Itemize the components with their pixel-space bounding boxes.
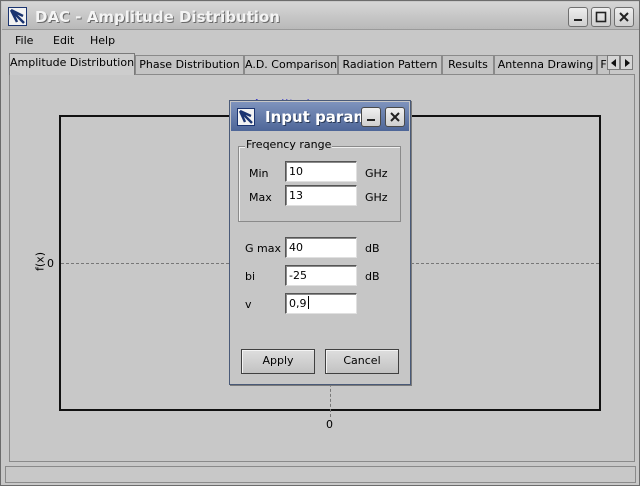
status-bar xyxy=(5,466,636,483)
dialog-title-bar[interactable]: Input param xyxy=(231,102,409,131)
menu-file[interactable]: File xyxy=(15,34,33,47)
tab-antenna-drawing[interactable]: Antenna Drawing xyxy=(494,55,597,74)
y-tick-label: 0 xyxy=(47,257,54,270)
minimize-icon xyxy=(574,19,582,21)
arrow-left-icon xyxy=(611,59,616,67)
apply-button[interactable]: Apply xyxy=(241,349,315,374)
menu-help[interactable]: Help xyxy=(90,34,115,47)
dialog-close-button[interactable] xyxy=(385,107,405,127)
v-label: v xyxy=(245,298,252,311)
dialog-title: Input param xyxy=(265,108,370,126)
bi-field[interactable]: -25 xyxy=(285,265,357,286)
tab-scroll-left-button[interactable] xyxy=(607,55,620,70)
y-axis-label: f(x) xyxy=(33,252,47,271)
minimize-button[interactable] xyxy=(568,7,588,27)
dialog-minimize-button[interactable] xyxy=(361,107,381,127)
tab-radiation-pattern[interactable]: Radiation Pattern xyxy=(338,55,442,74)
maximize-button[interactable] xyxy=(591,7,611,27)
tab-amplitude-distribution[interactable]: Amplitude Distribution xyxy=(9,53,135,75)
frequency-range-label: Freqency range xyxy=(245,138,333,151)
cancel-button[interactable]: Cancel xyxy=(325,349,399,374)
maximize-icon xyxy=(595,11,607,23)
tab-phase-distribution[interactable]: Phase Distribution xyxy=(135,55,244,74)
bi-label: bi xyxy=(245,270,256,283)
v-field-value: 0,9 xyxy=(289,297,307,310)
tab-ad-comparison[interactable]: A.D. Comparison xyxy=(244,55,338,74)
tab-scroll-right-button[interactable] xyxy=(620,55,633,70)
menu-bar: File Edit Help xyxy=(2,32,639,50)
minimize-icon xyxy=(367,119,375,121)
frequency-range-group xyxy=(238,146,401,222)
gmax-field[interactable]: 40 xyxy=(285,237,357,258)
gmax-unit: dB xyxy=(365,242,380,255)
text-cursor xyxy=(307,296,309,309)
min-field[interactable]: 10 xyxy=(285,161,357,182)
max-field[interactable]: 13 xyxy=(285,185,357,206)
menu-edit[interactable]: Edit xyxy=(53,34,74,47)
tab-results[interactable]: Results xyxy=(442,55,494,74)
bi-unit: dB xyxy=(365,270,380,283)
max-unit: GHz xyxy=(365,191,388,204)
min-label: Min xyxy=(249,167,269,180)
window-title: DAC - Amplitude Distribution xyxy=(35,8,280,26)
v-field[interactable]: 0,9 xyxy=(285,293,357,314)
min-unit: GHz xyxy=(365,167,388,180)
close-icon xyxy=(390,112,400,122)
tab-bar: Amplitude Distribution Phase Distributio… xyxy=(9,53,635,75)
title-bar[interactable]: DAC - Amplitude Distribution xyxy=(2,2,639,30)
input-param-dialog: Input param Freqency range Min 10 GHz Ma… xyxy=(229,100,411,385)
close-button[interactable] xyxy=(614,7,634,27)
arrow-right-icon xyxy=(625,59,630,67)
x-tick-label: 0 xyxy=(326,418,333,431)
app-logo-icon[interactable] xyxy=(8,7,27,26)
close-icon xyxy=(619,12,629,22)
gmax-label: G max xyxy=(245,242,281,255)
max-label: Max xyxy=(249,191,272,204)
dialog-logo-icon[interactable] xyxy=(237,108,255,126)
